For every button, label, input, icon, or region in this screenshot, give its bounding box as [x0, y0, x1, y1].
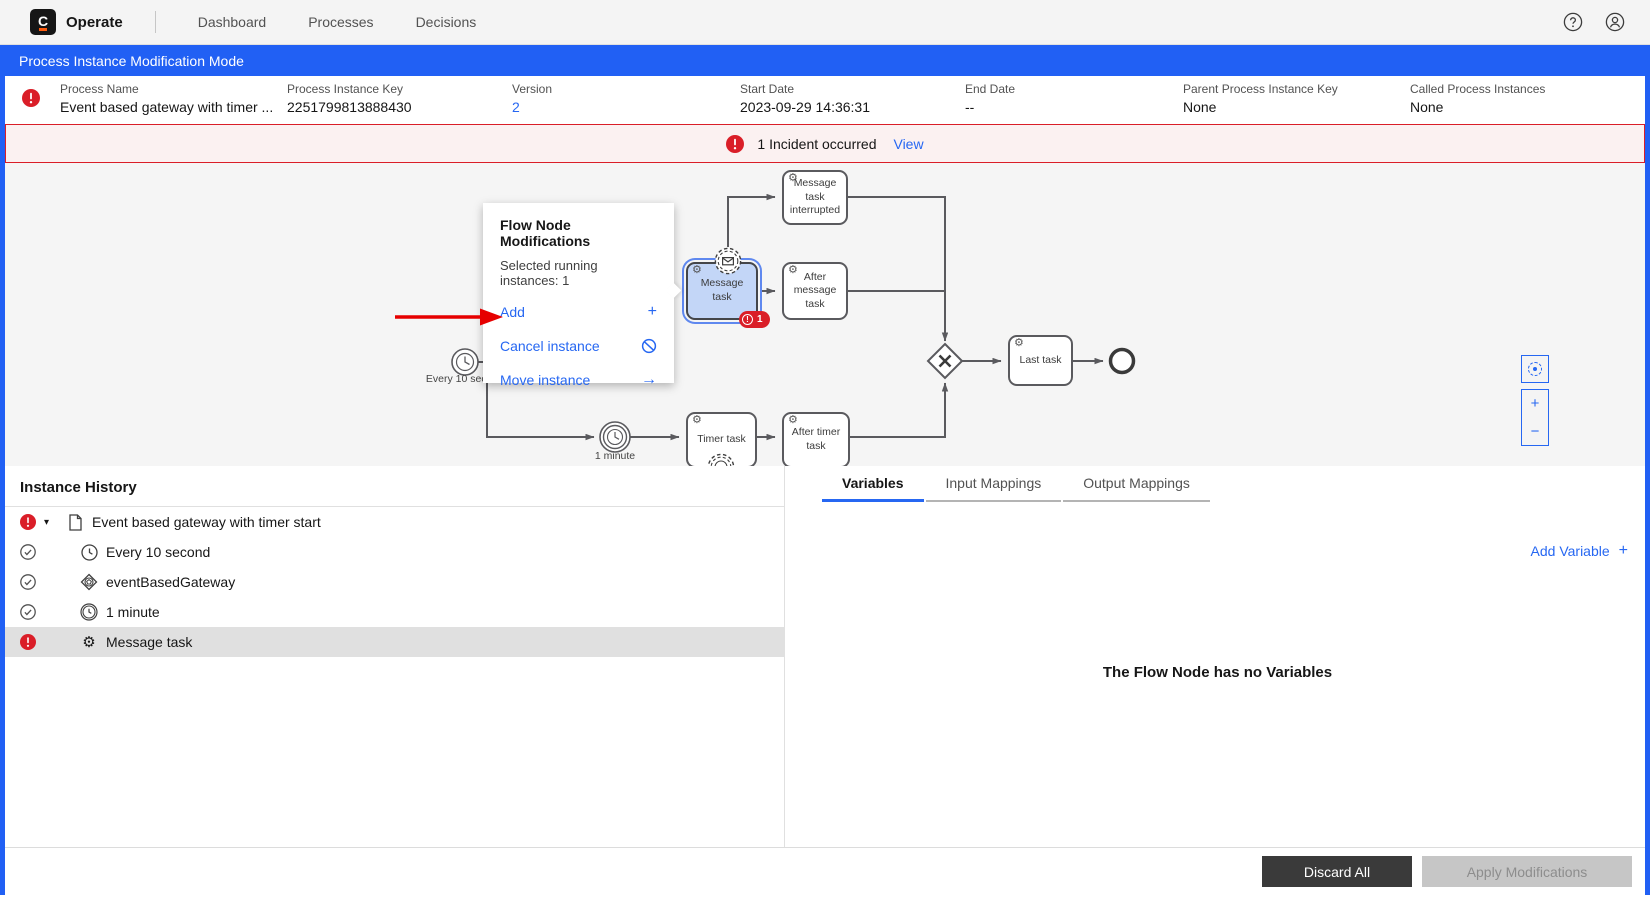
- exclusive-gateway: [926, 342, 964, 380]
- add-token-button[interactable]: Add +: [500, 295, 657, 329]
- incident-count-badge: ! 1: [739, 311, 770, 328]
- tab-input-mappings[interactable]: Input Mappings: [925, 466, 1062, 502]
- modification-mode-banner: Process Instance Modification Mode: [0, 45, 1650, 76]
- field-process-name: Process Name Event based gateway with ti…: [60, 82, 274, 115]
- discard-all-button[interactable]: Discard All: [1262, 856, 1412, 887]
- tab-output-mappings[interactable]: Output Mappings: [1063, 466, 1210, 502]
- event-based-gateway-icon: [80, 573, 98, 591]
- incident-message: 1 Incident occurred: [757, 135, 877, 152]
- message-boundary-event[interactable]: [714, 247, 742, 280]
- move-instance-button[interactable]: Move instance →: [500, 363, 657, 397]
- field-version: Version 2: [512, 82, 553, 115]
- service-task-icon: ⚙: [788, 172, 798, 184]
- service-task-icon: ⚙: [1014, 337, 1024, 349]
- task-after-message-task[interactable]: ⚙ After message task: [782, 262, 848, 320]
- task-after-timer-task[interactable]: ⚙ After timer task: [782, 412, 850, 466]
- app-title: Operate: [66, 13, 123, 31]
- chevron-down-icon[interactable]: ▾: [44, 517, 60, 528]
- minus-icon: −: [1530, 422, 1540, 440]
- task-message-task-interrupted[interactable]: ⚙ Message task interrupted: [782, 170, 848, 225]
- apply-modifications-button[interactable]: Apply Modifications: [1422, 856, 1632, 887]
- incident-icon: [20, 634, 36, 650]
- cancel-instance-button[interactable]: Cancel instance: [500, 329, 657, 363]
- service-task-icon: ⚙: [692, 414, 702, 426]
- user-icon[interactable]: [1604, 11, 1626, 33]
- variables-tabs: Variables Input Mappings Output Mappings: [822, 466, 1650, 502]
- history-row-1-minute[interactable]: 1 minute: [0, 597, 784, 627]
- popup-subtitle: Selected running instances: 1: [500, 258, 598, 288]
- incident-icon: !: [742, 314, 753, 325]
- top-navbar: C Operate Dashboard Processes Decisions: [0, 0, 1650, 45]
- plus-icon: +: [1530, 395, 1540, 412]
- field-process-instance-key: Process Instance Key 2251799813888430: [287, 82, 412, 115]
- version-link[interactable]: 2: [512, 99, 552, 115]
- service-task-icon: ⚙: [82, 633, 96, 651]
- field-start-date: Start Date 2023-09-29 14:36:31: [740, 82, 870, 115]
- timer-boundary-event[interactable]: [707, 453, 735, 466]
- operate-app: C Operate Dashboard Processes Decisions …: [0, 0, 1650, 900]
- end-event: [1108, 347, 1136, 375]
- task-last-task[interactable]: ⚙ Last task: [1008, 335, 1073, 386]
- field-end-date: End Date --: [965, 82, 1016, 115]
- incident-icon: [20, 514, 36, 530]
- nav-item-dashboard[interactable]: Dashboard: [198, 14, 267, 30]
- plus-icon: +: [647, 303, 657, 320]
- incident-icon: [726, 134, 745, 153]
- nav-item-processes[interactable]: Processes: [308, 14, 373, 30]
- cancel-icon: [641, 338, 657, 354]
- history-row-every-10-second[interactable]: Every 10 second: [0, 537, 784, 567]
- incident-banner: 1 Incident occurred View: [5, 124, 1645, 163]
- plus-icon: +: [1618, 542, 1628, 559]
- history-row-event-based-gateway[interactable]: eventBasedGateway: [0, 567, 784, 597]
- tab-variables[interactable]: Variables: [822, 466, 924, 502]
- process-icon: [66, 513, 84, 531]
- completed-check-icon: [20, 574, 36, 590]
- popup-title: Flow Node Modifications: [500, 217, 591, 249]
- zoom-in-button[interactable]: +: [1521, 389, 1549, 418]
- arrow-right-icon: →: [641, 371, 657, 388]
- bpmn-diagram[interactable]: Every 10 second 1 minute ⚙ Message task …: [0, 163, 1650, 466]
- service-task-icon: ⚙: [788, 414, 798, 426]
- flow-node-modifications-popup: Flow Node Modifications Selected running…: [483, 203, 682, 388]
- field-parent-process-instance-key: Parent Process Instance Key None: [1183, 82, 1338, 115]
- reset-view-icon: [1528, 362, 1542, 376]
- diagram-reset-button[interactable]: [1521, 355, 1549, 383]
- incident-view-link[interactable]: View: [893, 136, 923, 152]
- no-variables-message: The Flow Node has no Variables: [1102, 664, 1333, 681]
- completed-check-icon: [20, 604, 36, 620]
- history-row-process[interactable]: ▾ Event based gateway with timer start: [0, 507, 784, 537]
- timer-event-icon: [80, 543, 98, 561]
- help-icon[interactable]: [1562, 11, 1584, 33]
- red-annotation-arrow: [395, 308, 503, 326]
- service-task-icon: ⚙: [692, 264, 702, 276]
- camunda-logo-icon[interactable]: C: [30, 9, 56, 35]
- intermediate-timer-label: 1 minute: [595, 450, 635, 462]
- completed-check-icon: [20, 544, 36, 560]
- modification-footer: Discard All Apply Modifications: [0, 847, 1650, 895]
- instance-header: Process Name Event based gateway with ti…: [0, 76, 1650, 124]
- variables-panel: Variables Input Mappings Output Mappings…: [785, 466, 1650, 847]
- history-row-message-task[interactable]: ⚙ Message task: [0, 627, 784, 657]
- instance-history-title: Instance History: [0, 466, 784, 507]
- nav-divider: [154, 11, 156, 33]
- timer-start-event: [451, 348, 479, 376]
- modification-frame-bottom: [0, 895, 1650, 900]
- service-task-icon: ⚙: [788, 264, 798, 276]
- zoom-out-button[interactable]: −: [1521, 417, 1549, 446]
- nav-item-decisions[interactable]: Decisions: [416, 14, 477, 30]
- add-variable-button[interactable]: Add Variable +: [1531, 542, 1628, 560]
- intermediate-timer-event-icon: [80, 603, 98, 621]
- field-called-process-instances: Called Process Instances None: [1410, 82, 1546, 115]
- envelope-icon: [722, 257, 735, 266]
- incident-icon: [22, 89, 40, 107]
- instance-history-panel: Instance History ▾ Event based gateway w…: [0, 466, 785, 847]
- intermediate-timer-event: [599, 421, 631, 453]
